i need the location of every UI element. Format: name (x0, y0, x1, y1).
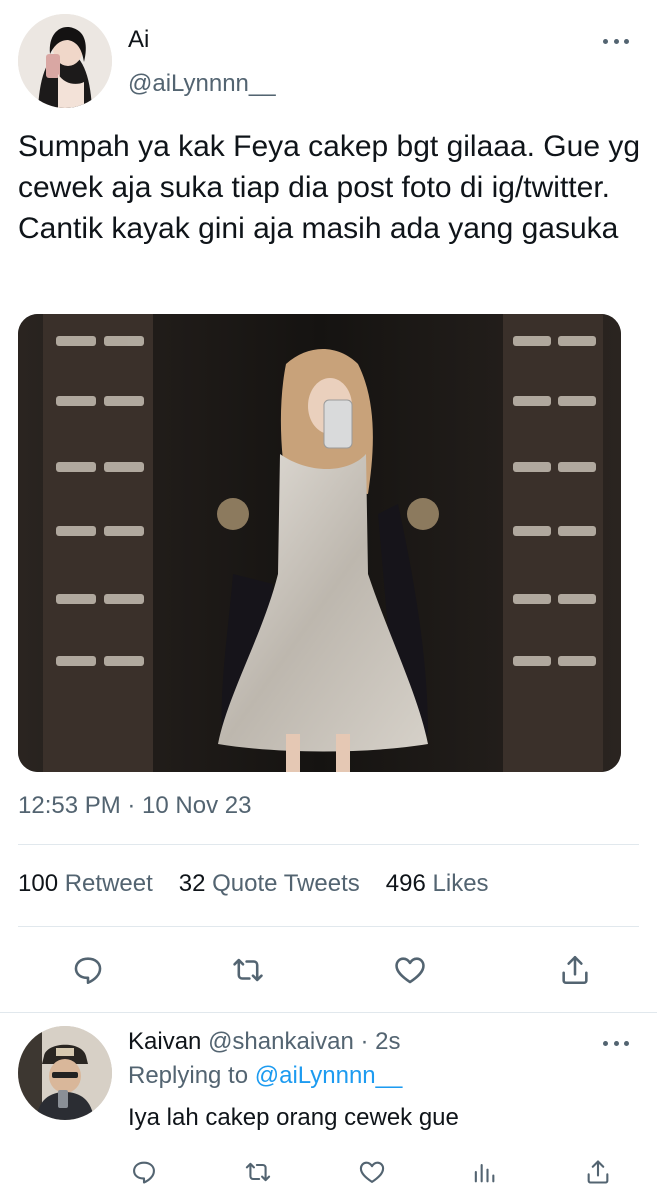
quote-tweet-count[interactable]: 32 Quote Tweets (179, 870, 360, 898)
quote-count-value: 32 (178, 870, 206, 897)
tweet-stats: 100 Retweet 32 Quote Tweets 496 Likes (18, 870, 489, 898)
reply-icon (133, 1161, 155, 1184)
like-count[interactable]: 496 Likes (386, 870, 489, 898)
share-button[interactable] (547, 942, 603, 998)
tweet-photo[interactable] (18, 314, 621, 772)
share-icon (587, 1160, 609, 1184)
replying-to-mention[interactable]: @aiLynnnn__ (255, 1062, 403, 1089)
replying-to-prefix: Replying to (128, 1062, 249, 1089)
retweet-count-value: 100 (18, 870, 59, 897)
reply-more-icon[interactable] (603, 1038, 629, 1048)
reply-button[interactable] (60, 942, 116, 998)
reply-text: Iya lah cakep orang cewek gue (128, 1104, 459, 1131)
reply-author-avatar[interactable] (18, 1026, 112, 1120)
divider (18, 926, 639, 927)
divider (18, 844, 639, 845)
more-icon[interactable] (603, 36, 629, 46)
tweet-text: Sumpah ya kak Feya cakep bgt gilaaa. Gue… (18, 130, 641, 245)
author-display-name[interactable]: Ai (128, 26, 149, 54)
reply-retweet-button[interactable] (236, 1150, 280, 1194)
retweet-count-label: Retweet (64, 870, 153, 897)
retweet-icon (233, 958, 263, 982)
author-avatar[interactable] (18, 14, 112, 108)
reply-author-handle[interactable]: @shankaivan (208, 1028, 354, 1055)
like-count-value: 496 (385, 870, 426, 897)
like-icon (395, 957, 425, 984)
tweet-action-bar (0, 942, 657, 998)
retweet-button[interactable] (220, 942, 276, 998)
author-handle[interactable]: @aiLynnnn__ (128, 70, 276, 98)
reply-author-name[interactable]: Kaivan (128, 1028, 201, 1055)
reply-like-button[interactable] (350, 1150, 394, 1194)
retweet-count[interactable]: 100 Retweet (18, 870, 153, 898)
tweet-separator (0, 1012, 657, 1013)
like-icon (359, 1161, 385, 1183)
like-count-label: Likes (432, 870, 489, 897)
like-button[interactable] (382, 942, 438, 998)
replying-to: Replying to @aiLynnnn__ (128, 1062, 402, 1090)
quote-count-label: Quote Tweets (212, 870, 360, 897)
retweet-icon (245, 1162, 271, 1182)
reply-action-bar (0, 1150, 657, 1194)
tweet-timestamp[interactable]: 12:53 PM · 10 Nov 23 (18, 792, 251, 820)
reply-icon (74, 957, 102, 985)
reply-time[interactable]: · 2s (361, 1028, 401, 1055)
reply-header: Kaivan @shankaivan · 2s (128, 1028, 401, 1056)
reply-reply-button[interactable] (122, 1150, 166, 1194)
share-icon (562, 955, 588, 985)
reply-share-button[interactable] (576, 1150, 620, 1194)
analytics-icon (474, 1163, 495, 1183)
reply-analytics-button[interactable] (462, 1150, 506, 1194)
